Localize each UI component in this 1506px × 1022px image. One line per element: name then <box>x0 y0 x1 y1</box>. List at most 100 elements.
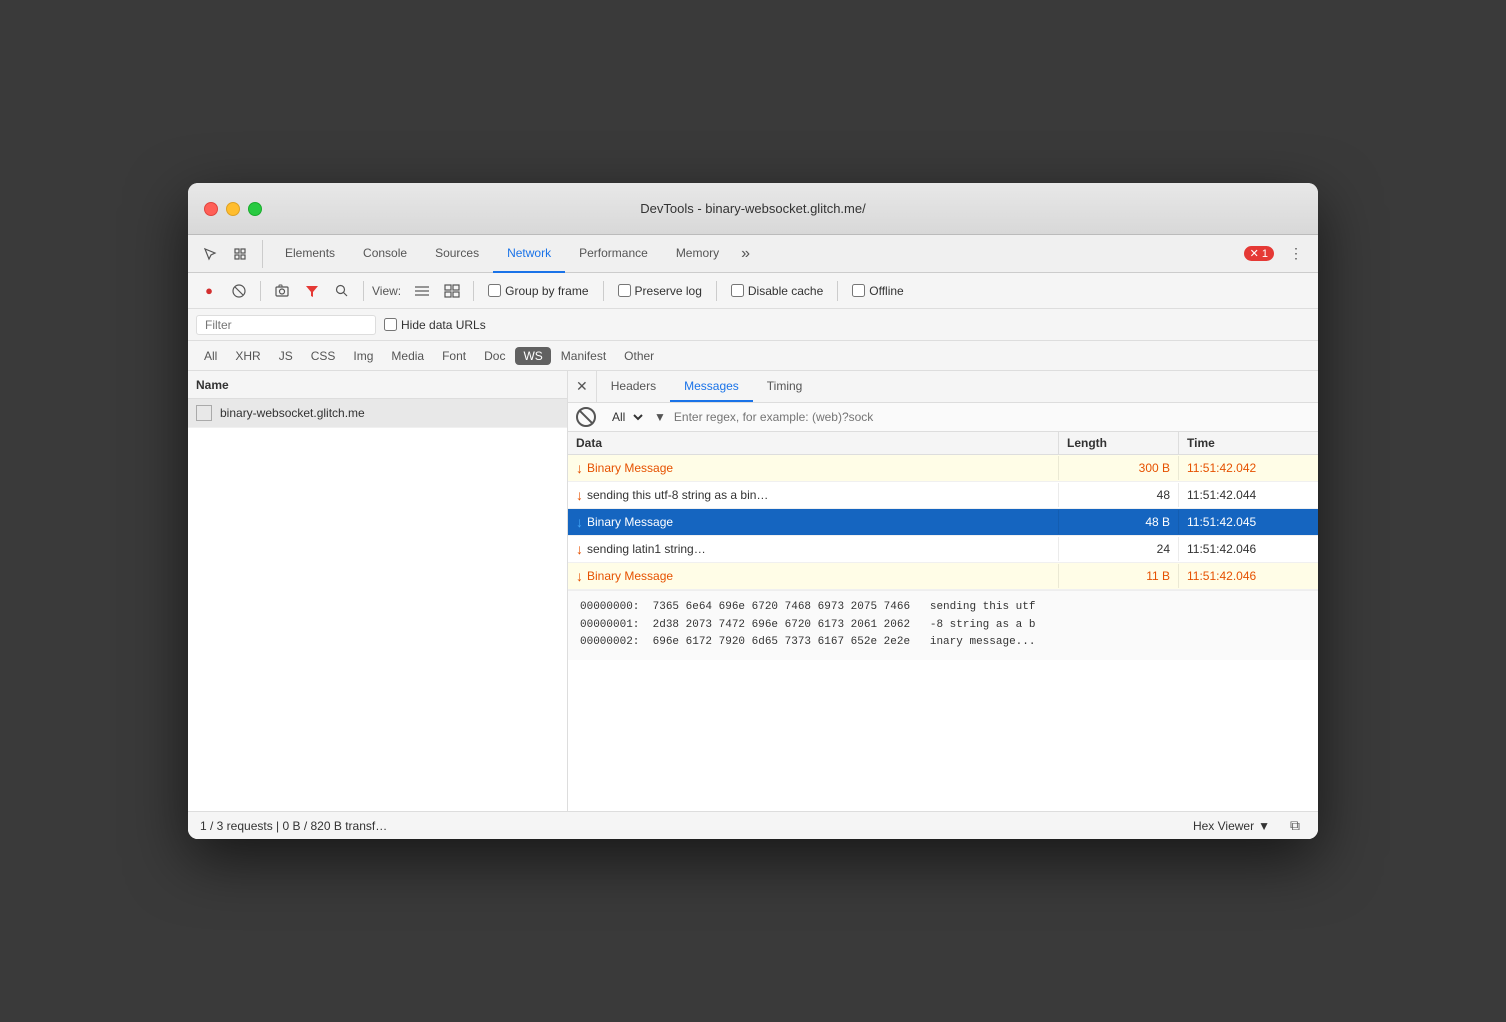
tab-memory[interactable]: Memory <box>662 235 733 273</box>
preserve-log-label: Preserve log <box>635 284 702 298</box>
group-by-frame-checkbox[interactable]: Group by frame <box>488 284 588 298</box>
message-length-cell: 300 B <box>1058 456 1178 480</box>
hex-line: 00000002: 696e 6172 7920 6d65 7373 6167 … <box>580 634 1306 652</box>
filter-css[interactable]: CSS <box>303 347 344 365</box>
message-time-cell: 11:51:42.044 <box>1178 483 1318 507</box>
filter-img[interactable]: Img <box>345 347 381 365</box>
message-length-cell: 24 <box>1058 537 1178 561</box>
filter-bar: Hide data URLs <box>188 309 1318 341</box>
message-row[interactable]: ↓ sending this utf-8 string as a bin… 48… <box>568 482 1318 509</box>
message-data-text: Binary Message <box>587 569 673 583</box>
hex-line: 00000000: 7365 6e64 696e 6720 7468 6973 … <box>580 599 1306 617</box>
preserve-log-checkbox[interactable]: Preserve log <box>618 284 702 298</box>
message-time-cell: 11:51:42.046 <box>1178 537 1318 561</box>
toolbar-divider-3 <box>473 281 474 301</box>
tab-messages[interactable]: Messages <box>670 371 753 402</box>
regex-filter-input[interactable] <box>674 410 1310 424</box>
message-row[interactable]: ↓ Binary Message 11 B 11:51:42.046 <box>568 563 1318 590</box>
search-button[interactable] <box>329 278 355 304</box>
detail-view-button[interactable] <box>439 278 465 304</box>
detail-panel: ✕ Headers Messages Timing All ▼ <box>568 371 1318 811</box>
hex-viewer-label: Hex Viewer <box>1193 819 1254 833</box>
filter-button[interactable] <box>299 278 325 304</box>
message-data-text: Binary Message <box>587 461 673 475</box>
requests-info: 1 / 3 requests | 0 B / 820 B transf… <box>200 819 387 833</box>
detail-close-button[interactable]: ✕ <box>568 371 597 402</box>
request-name: binary-websocket.glitch.me <box>220 406 365 420</box>
tab-console[interactable]: Console <box>349 235 421 273</box>
sent-arrow-icon: ↓ <box>576 541 583 557</box>
settings-icon[interactable]: ⋮ <box>1282 240 1310 268</box>
filter-ws[interactable]: WS <box>515 347 550 365</box>
toolbar-divider-6 <box>837 281 838 301</box>
filter-font[interactable]: Font <box>434 347 474 365</box>
error-icon: ✕ <box>1250 247 1259 260</box>
cursor-icon[interactable] <box>196 240 224 268</box>
length-column-header: Length <box>1058 432 1178 454</box>
filter-all[interactable]: All <box>196 347 225 365</box>
filter-manifest[interactable]: Manifest <box>553 347 614 365</box>
hex-viewer-arrow-icon: ▼ <box>1258 819 1270 833</box>
message-type-select[interactable]: All <box>604 409 646 425</box>
toolbar-divider-2 <box>363 281 364 301</box>
stop-button[interactable] <box>226 278 252 304</box>
traffic-lights <box>204 202 262 216</box>
filter-other[interactable]: Other <box>616 347 662 365</box>
message-data-cell: ↓ Binary Message <box>568 509 1058 535</box>
message-data-text: Binary Message <box>587 515 673 529</box>
messages-filter: All ▼ <box>568 403 1318 432</box>
maximize-button[interactable] <box>248 202 262 216</box>
name-column-header: Name <box>196 378 229 392</box>
devtools-window: DevTools - binary-websocket.glitch.me/ E… <box>188 183 1318 839</box>
filter-xhr[interactable]: XHR <box>227 347 268 365</box>
inspect-icon[interactable] <box>226 240 254 268</box>
disable-cache-label: Disable cache <box>748 284 823 298</box>
tab-elements[interactable]: Elements <box>271 235 349 273</box>
disable-cache-checkbox[interactable]: Disable cache <box>731 284 823 298</box>
tab-headers[interactable]: Headers <box>597 371 670 402</box>
close-button[interactable] <box>204 202 218 216</box>
tab-performance[interactable]: Performance <box>565 235 662 273</box>
content-area: Name binary-websocket.glitch.me ✕ Header… <box>188 371 1318 811</box>
copy-button[interactable]: ⧉ <box>1284 815 1306 836</box>
message-data-text: sending latin1 string… <box>587 542 706 556</box>
toolbar-divider-4 <box>603 281 604 301</box>
message-time-cell: 11:51:42.045 <box>1178 510 1318 534</box>
offline-checkbox[interactable]: Offline <box>852 284 903 298</box>
hex-viewer-button[interactable]: Hex Viewer ▼ <box>1187 817 1276 835</box>
message-row[interactable]: ↓ Binary Message 48 B 11:51:42.045 <box>568 509 1318 536</box>
message-length-cell: 48 B <box>1058 510 1178 534</box>
message-row[interactable]: ↓ Binary Message 300 B 11:51:42.042 <box>568 455 1318 482</box>
tab-network[interactable]: Network <box>493 235 565 273</box>
more-tabs-button[interactable]: » <box>733 245 758 263</box>
camera-button[interactable] <box>269 278 295 304</box>
list-view-button[interactable] <box>409 278 435 304</box>
received-arrow-icon: ↓ <box>576 514 583 530</box>
window-title: DevTools - binary-websocket.glitch.me/ <box>640 201 865 216</box>
error-count: 1 <box>1262 248 1268 260</box>
message-length-cell: 11 B <box>1058 564 1178 588</box>
received-arrow-icon: ↓ <box>576 460 583 476</box>
received-arrow-icon: ↓ <box>576 568 583 584</box>
filter-input[interactable] <box>196 315 376 335</box>
request-favicon <box>196 405 212 421</box>
titlebar: DevTools - binary-websocket.glitch.me/ <box>188 183 1318 235</box>
tab-sources[interactable]: Sources <box>421 235 493 273</box>
messages-table: Data Length Time ↓ Binary Message 300 B … <box>568 432 1318 811</box>
error-badge[interactable]: ✕ 1 <box>1244 246 1274 261</box>
filter-js[interactable]: JS <box>271 347 301 365</box>
request-row[interactable]: binary-websocket.glitch.me <box>188 399 567 428</box>
message-data-cell: ↓ sending this utf-8 string as a bin… <box>568 482 1058 508</box>
message-row[interactable]: ↓ sending latin1 string… 24 11:51:42.046 <box>568 536 1318 563</box>
data-column-header: Data <box>568 432 1058 454</box>
tab-timing[interactable]: Timing <box>753 371 817 402</box>
toolbar-divider-1 <box>260 281 261 301</box>
minimize-button[interactable] <box>226 202 240 216</box>
offline-label: Offline <box>869 284 903 298</box>
dropdown-arrow: ▼ <box>654 410 666 424</box>
hide-data-urls-checkbox[interactable]: Hide data URLs <box>384 318 486 332</box>
filter-doc[interactable]: Doc <box>476 347 513 365</box>
record-button[interactable]: ● <box>196 278 222 304</box>
time-column-header: Time <box>1178 432 1318 454</box>
filter-media[interactable]: Media <box>383 347 432 365</box>
